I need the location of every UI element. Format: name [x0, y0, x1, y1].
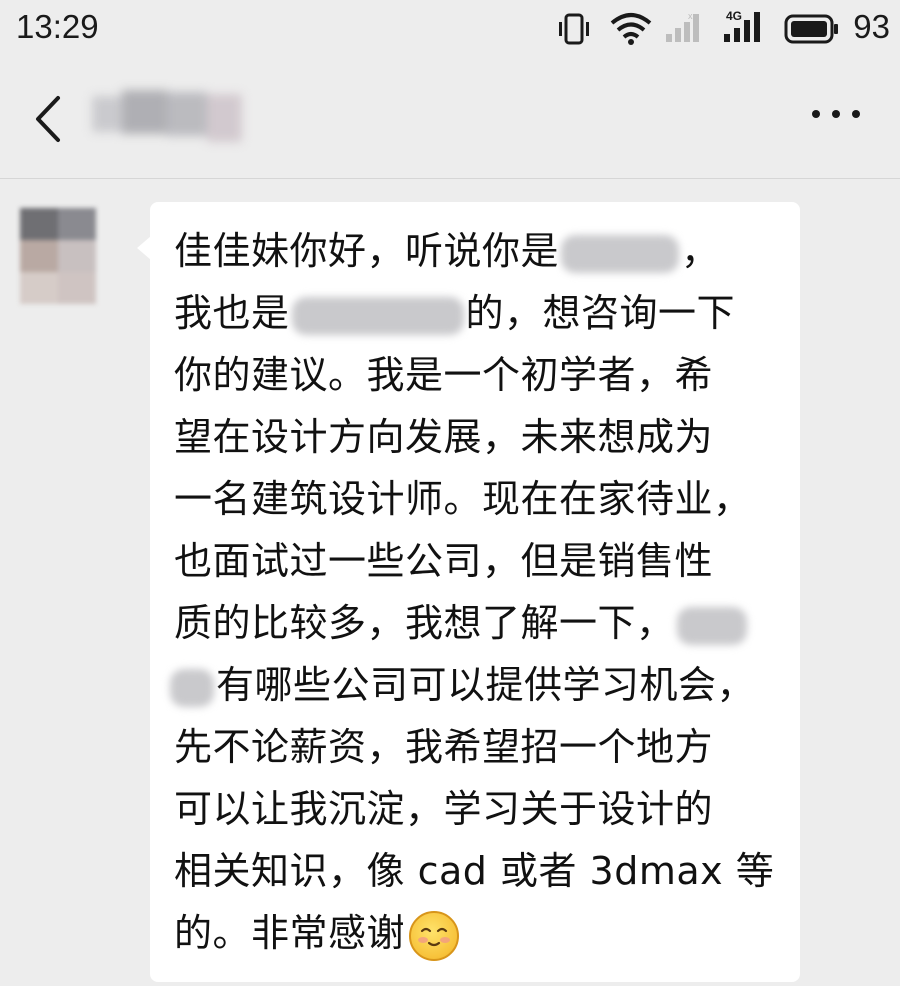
- message-text: 先不论薪资，我希望招一个地方: [174, 725, 714, 769]
- message-text: 可以让我沉淀，学习关于设计的: [174, 787, 714, 831]
- message-line: 佳佳妹你好，听说你是 ，: [174, 220, 780, 282]
- redacted-text: [561, 234, 680, 273]
- message-line: 你的建议。我是一个初学者，希: [174, 344, 780, 406]
- network-label: 4G: [726, 9, 742, 23]
- message-text: 的，想咨询一下: [465, 291, 736, 335]
- status-bar: 13:29 x 4G 93: [0, 0, 900, 58]
- message-line: 我也是 的，想咨询一下: [174, 282, 780, 344]
- message-text: 有哪些公司可以提供学习机会，: [216, 663, 756, 707]
- message-text: 也面试过一些公司，但是销售性: [174, 539, 714, 583]
- status-time: 13:29: [16, 8, 99, 45]
- message-line: 的。非常感谢: [174, 902, 780, 964]
- more-icon[interactable]: [812, 106, 860, 122]
- back-arrow-icon[interactable]: [28, 94, 68, 144]
- message-text: ，: [681, 229, 720, 273]
- signal-4g-icon: 4G: [724, 9, 760, 42]
- signal-icon: x: [666, 11, 699, 42]
- wifi-icon: [610, 13, 652, 45]
- message-text: 你的建议。我是一个初学者，希: [174, 353, 714, 397]
- vibrate-icon: [559, 13, 589, 45]
- redacted-text: [170, 668, 214, 707]
- svg-text:x: x: [688, 11, 693, 21]
- message-line: 一名建筑设计师。现在在家待业，: [174, 468, 780, 530]
- sender-avatar[interactable]: [20, 208, 96, 304]
- redacted-text: [291, 296, 464, 335]
- message-line: 望在设计方向发展，未来想成为: [174, 406, 780, 468]
- smiling-face-emoji: [409, 910, 460, 961]
- message-text: 的。非常感谢: [174, 911, 406, 955]
- battery-level: 93: [853, 8, 890, 45]
- message-line: 质的比较多，我想了解一下，: [174, 592, 780, 654]
- message-text: 佳佳妹你好，听说你是: [174, 229, 560, 273]
- battery-icon: [784, 14, 838, 44]
- message-text: 我也是: [174, 291, 290, 335]
- message-line: 先不论薪资，我希望招一个地方: [174, 716, 780, 778]
- message-text: 质的比较多，我想了解一下，: [174, 601, 675, 645]
- message-line: 可以让我沉淀，学习关于设计的: [174, 778, 780, 840]
- message-line: 相关知识，像 cad 或者 3dmax 等: [174, 840, 780, 902]
- message-line: 也面试过一些公司，但是销售性: [174, 530, 780, 592]
- message-text: 望在设计方向发展，未来想成为: [174, 415, 714, 459]
- message-line: 有哪些公司可以提供学习机会，: [170, 654, 780, 716]
- message-bubble[interactable]: 佳佳妹你好，听说你是 ， 我也是 的，想咨询一下 你的建议。我是一个初学者，希 望在…: [137, 202, 800, 982]
- contact-name-redacted: [92, 88, 244, 150]
- message-text: 相关知识，像 cad 或者 3dmax 等: [174, 849, 775, 893]
- bubble-tail: [137, 236, 151, 260]
- redacted-text: [676, 606, 747, 645]
- message-text: 一名建筑设计师。现在在家待业，: [174, 477, 752, 521]
- chat-header: [0, 58, 900, 179]
